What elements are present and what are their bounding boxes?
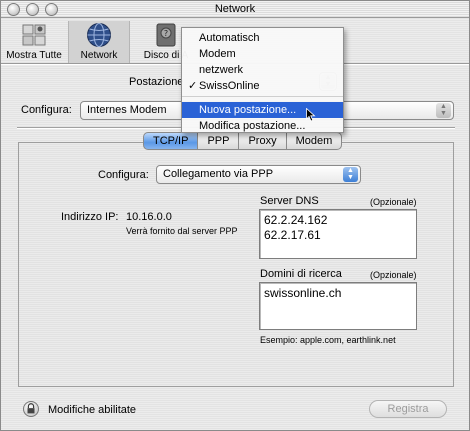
lock-status-text: Modifiche abilitate bbox=[48, 404, 137, 416]
location-menu-item-checked[interactable]: ✓ SwissOnline bbox=[182, 78, 343, 94]
ip-address-value: 10.16.0.0 bbox=[126, 211, 172, 223]
toolbar-show-all[interactable]: Mostra Tutte bbox=[3, 21, 65, 63]
location-menu-item[interactable]: netzwerk bbox=[182, 62, 343, 78]
tcpip-pane: Configura: Collegamento via PPP ▲ ▼ Indir… bbox=[18, 142, 454, 387]
dns-server-entry: 62.2.17.61 bbox=[264, 228, 321, 242]
search-domains-field[interactable]: swissonline.ch bbox=[259, 282, 417, 330]
tab-tcpip[interactable]: TCP/IP bbox=[143, 132, 199, 150]
search-domains-example: Esempio: apple.com, earthlink.net bbox=[260, 335, 396, 345]
dns-server-label: Server DNS bbox=[260, 195, 319, 207]
mouse-pointer-icon bbox=[306, 108, 316, 122]
ip-address-label: Indirizzo IP: bbox=[61, 211, 119, 223]
tcpip-config-label: Configura: bbox=[98, 169, 149, 181]
checkmark-icon: ✓ bbox=[188, 80, 198, 92]
lock-icon[interactable] bbox=[23, 401, 39, 417]
show-config-value: Internes Modem bbox=[87, 104, 167, 116]
search-domain-entry: swissonline.ch bbox=[264, 286, 342, 300]
toolbar-show-all-label: Mostra Tutte bbox=[6, 50, 62, 61]
tab-ppp[interactable]: PPP bbox=[198, 132, 240, 150]
edit-locations-menu-item[interactable]: Modifica postazione... bbox=[182, 118, 343, 134]
toolbar-network[interactable]: Network bbox=[68, 21, 130, 63]
network-globe-icon bbox=[87, 23, 111, 47]
new-location-menu-item[interactable]: Nuova postazione... bbox=[182, 102, 343, 118]
tcpip-config-popup[interactable]: Collegamento via PPP ▲ ▼ bbox=[156, 165, 361, 184]
toolbar-network-label: Network bbox=[80, 50, 118, 61]
search-optional-label: (Opzionale) bbox=[370, 270, 417, 280]
window-title: Network bbox=[214, 3, 256, 15]
network-preferences-window: Network Mostra Tutte Network ? Disco di … bbox=[0, 0, 470, 431]
tab-proxy[interactable]: Proxy bbox=[239, 132, 287, 150]
title-bar[interactable]: Network bbox=[1, 1, 469, 18]
svg-text:?: ? bbox=[164, 29, 168, 38]
apply-now-button[interactable]: Registra bbox=[369, 400, 447, 418]
show-all-icon bbox=[22, 24, 46, 46]
location-menu: Automatisch Modem netzwerk ✓ SwissOnline… bbox=[181, 27, 344, 133]
show-config-label: Configura: bbox=[21, 104, 72, 116]
popup-arrows-icon: ▲ ▼ bbox=[343, 167, 358, 182]
location-menu-item[interactable]: Automatisch bbox=[182, 30, 343, 46]
dns-optional-label: (Opzionale) bbox=[370, 197, 417, 207]
menu-divider bbox=[182, 96, 343, 99]
location-menu-item[interactable]: Modem bbox=[182, 46, 343, 62]
tcpip-config-value: Collegamento via PPP bbox=[163, 168, 274, 180]
location-label: Postazione bbox=[129, 76, 184, 88]
tab-modem[interactable]: Modem bbox=[286, 132, 343, 150]
search-domains-label: Domini di ricerca bbox=[260, 268, 342, 280]
ip-address-note: Verrà fornito dal server PPP bbox=[126, 226, 238, 236]
startup-disk-icon: ? bbox=[156, 23, 176, 47]
location-menu-item-label: SwissOnline bbox=[199, 80, 260, 92]
dns-server-entry: 62.2.24.162 bbox=[264, 213, 328, 227]
tab-bar: TCP/IP PPP Proxy Modem bbox=[143, 132, 343, 150]
dns-servers-field[interactable]: 62.2.24.162 62.2.17.61 bbox=[259, 209, 417, 259]
